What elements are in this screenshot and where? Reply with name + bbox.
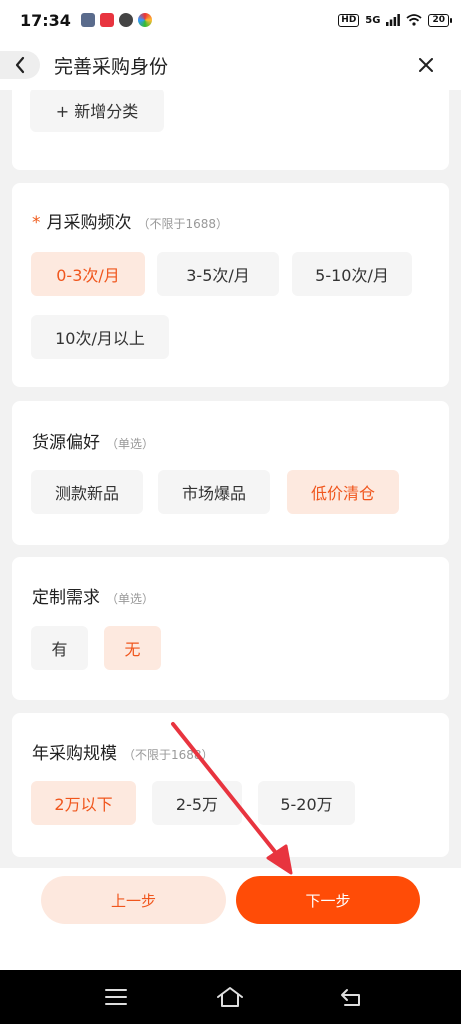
custom-demand-card: 定制需求 （单选） 有 无 — [12, 557, 449, 700]
source-preference-card: 货源偏好 （单选） 测款新品 市场爆品 低价清仓 — [12, 401, 449, 545]
menu-icon — [105, 989, 127, 1005]
annual-scale-card: 年采购规模 （不限于1688） 2万以下 2-5万 5-20万 — [12, 713, 449, 857]
close-icon — [419, 58, 433, 72]
scale-option-under-2w[interactable]: 2万以下 — [31, 781, 136, 825]
page-title: 完善采购身份 — [54, 55, 169, 78]
network-label: 5G — [365, 14, 381, 26]
frequency-option-10-plus[interactable]: 10次/月以上 — [31, 315, 169, 359]
frequency-card: * 月采购频次 （不限于1688） 0-3次/月 3-5次/月 5-10次/月 10… — [12, 183, 449, 387]
close-button[interactable] — [413, 52, 439, 78]
status-app-icons — [80, 13, 152, 27]
app-notification-icon — [80, 13, 95, 27]
source-title: 货源偏好 （单选） — [32, 428, 154, 453]
frequency-option-5-10[interactable]: 5-10次/月 — [292, 252, 412, 296]
custom-title-text: 定制需求 — [32, 588, 100, 608]
battery-indicator: 20 — [428, 13, 452, 27]
home-icon — [217, 987, 243, 1007]
header: 完善采购身份 — [0, 40, 461, 90]
status-time: 17:34 — [20, 10, 71, 30]
footer-bar: 上一步 下一步 — [0, 868, 461, 970]
app-notification-icon — [118, 13, 133, 27]
frequency-title: * 月采购频次 （不限于1688） — [32, 208, 228, 233]
frequency-title-text: 月采购频次 — [46, 213, 132, 233]
status-bar: 17:34 HD 5G 20 — [0, 0, 461, 40]
custom-option-yes[interactable]: 有 — [31, 626, 88, 670]
source-option-clearance[interactable]: 低价清仓 — [287, 470, 399, 514]
frequency-note: （不限于1688） — [137, 217, 229, 231]
next-step-button[interactable]: 下一步 — [236, 876, 420, 924]
scale-note: （不限于1688） — [123, 748, 214, 762]
scale-option-2-5w[interactable]: 2-5万 — [152, 781, 242, 825]
wifi-icon — [406, 14, 423, 26]
nav-back-button[interactable] — [336, 982, 366, 1012]
source-option-test-new[interactable]: 测款新品 — [31, 470, 143, 514]
app-notification-icon — [137, 13, 152, 27]
custom-note: （单选） — [106, 592, 155, 606]
nav-home-button[interactable] — [215, 982, 245, 1012]
required-mark: * — [32, 213, 41, 233]
source-option-market-hot[interactable]: 市场爆品 — [158, 470, 270, 514]
frequency-option-3-5[interactable]: 3-5次/月 — [157, 252, 279, 296]
previous-step-button[interactable]: 上一步 — [41, 876, 226, 924]
category-card: + 新增分类 — [12, 90, 449, 170]
nav-menu-button[interactable] — [101, 982, 131, 1012]
status-indicators: HD 5G 20 — [338, 13, 452, 27]
scale-title-text: 年采购规模 — [32, 744, 117, 764]
chevron-left-icon — [15, 56, 25, 74]
form-scroll-area[interactable]: + 新增分类 * 月采购频次 （不限于1688） 0-3次/月 3-5次/月 5-1… — [0, 90, 461, 868]
scale-title: 年采购规模 （不限于1688） — [32, 739, 214, 764]
source-title-text: 货源偏好 — [32, 433, 100, 453]
signal-icon — [386, 14, 401, 26]
frequency-option-0-3[interactable]: 0-3次/月 — [31, 252, 145, 296]
source-note: （单选） — [106, 437, 155, 451]
back-icon — [341, 989, 360, 1006]
add-category-button[interactable]: + 新增分类 — [30, 90, 164, 132]
system-nav-bar — [0, 970, 461, 1024]
hd-badge: HD — [338, 13, 360, 27]
app-notification-icon — [99, 13, 114, 27]
custom-option-no[interactable]: 无 — [104, 626, 161, 670]
custom-title: 定制需求 （单选） — [32, 583, 154, 608]
back-button[interactable] — [0, 51, 40, 79]
scale-option-5-20w[interactable]: 5-20万 — [258, 781, 355, 825]
